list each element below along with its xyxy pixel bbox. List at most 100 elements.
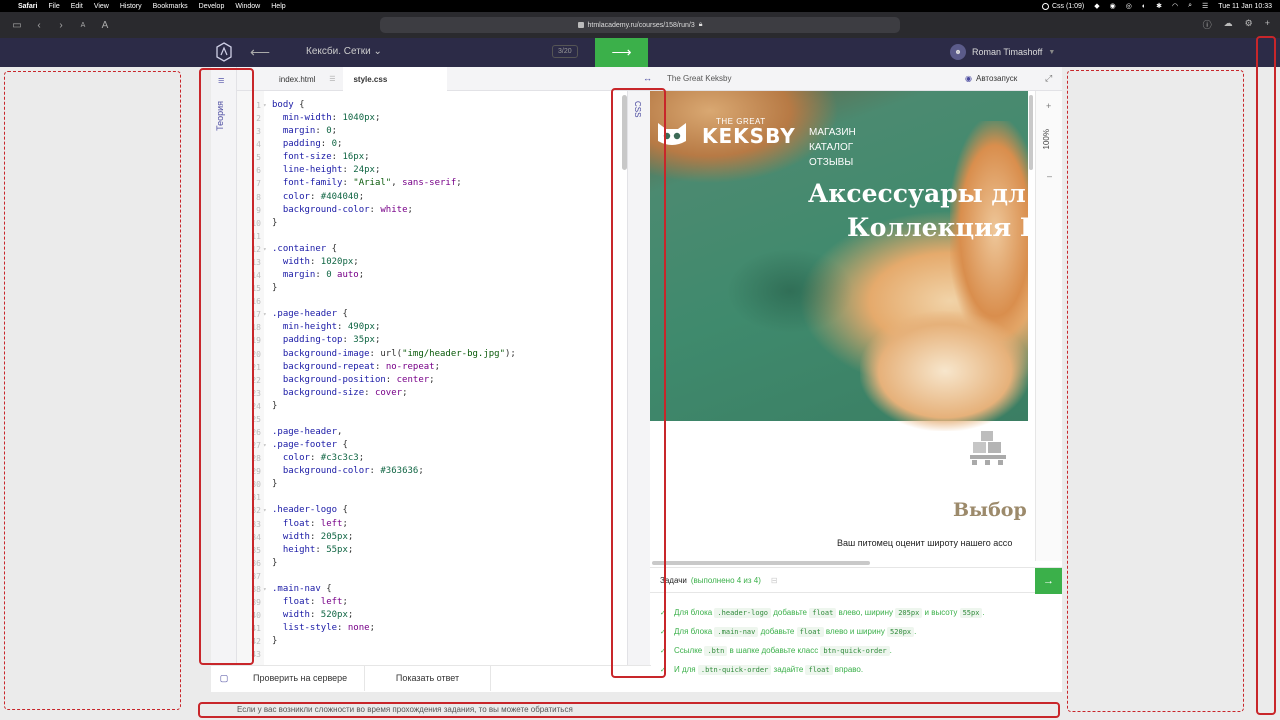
zoom-in-button[interactable]: + [1046, 101, 1051, 111]
tasks-header[interactable]: Задачи (выполнено 4 из 4) ⊟ → [650, 567, 1062, 594]
tasks-divider-icon: ⊟ [770, 575, 778, 585]
menu-app-name[interactable]: Safari [18, 3, 37, 10]
tray-icon-3[interactable]: ◎ [1126, 2, 1132, 10]
back-icon[interactable]: ‹ [32, 18, 46, 32]
code-text: padding-top: 35px; [282, 335, 381, 346]
preview-vertical-scrollbar[interactable] [1029, 95, 1033, 170]
expand-icon[interactable]: ⤢ [1045, 73, 1052, 84]
code-text: height: 55px; [282, 544, 354, 555]
preview-horizontal-scrollbar[interactable] [652, 561, 870, 565]
code-text: background-color: white; [282, 204, 413, 215]
info-icon[interactable]: ⓘ [1203, 18, 1212, 31]
tray-icon-1[interactable]: ◆ [1094, 2, 1099, 10]
zoom-out-button[interactable]: – [1047, 171, 1052, 181]
code-text: width: 520px; [282, 610, 354, 621]
code-text: color: #404040; [282, 191, 365, 202]
code-text: background-repeat: no-repeat; [282, 361, 441, 372]
tray-icon-4[interactable]: ◐ [1142, 3, 1146, 10]
back-arrow-button[interactable]: ⟵ [250, 44, 270, 61]
code-text: background-image: url("img/header-bg.jpg… [282, 348, 516, 359]
menu-help[interactable]: Help [271, 3, 285, 10]
sidebar-toggle-icon[interactable]: ▭ [10, 18, 24, 32]
caret-down-icon: ▼ [1048, 48, 1056, 56]
menu-edit[interactable]: Edit [71, 3, 83, 10]
code-text: font-size: 16px; [282, 152, 370, 163]
user-menu[interactable]: ☻ Roman Timashoff ▼ [950, 44, 1055, 60]
code-text: } [272, 400, 278, 411]
safari-right-controls: ⓘ ☁ ⚙ + [1203, 18, 1270, 31]
menubar-datetime[interactable]: Tue 11 Jan 10:33 [1218, 3, 1272, 10]
page-counter[interactable]: 3/20 [552, 45, 578, 58]
avatar: ☻ [950, 44, 966, 60]
fold-arrow-icon[interactable]: ▾ [263, 504, 267, 517]
code-text: font-family: "Arial", sans-serif; [282, 178, 462, 189]
code-text: .container { [272, 243, 338, 254]
fold-arrow-icon[interactable]: ▾ [263, 439, 267, 452]
tray-icon-2[interactable]: ◉ [1110, 2, 1116, 10]
lock-icon: 🔒︎ [698, 21, 703, 28]
menu-history[interactable]: History [120, 3, 142, 10]
menu-view[interactable]: View [94, 3, 109, 10]
icloud-icon[interactable]: ☁ [1224, 18, 1233, 31]
menu-develop[interactable]: Develop [199, 3, 225, 10]
text-smaller-button[interactable]: A [76, 18, 90, 32]
text-larger-button[interactable]: A [98, 18, 112, 32]
resize-arrows-icon[interactable]: ↔ [643, 73, 652, 83]
code-text: background-color: #363636; [282, 466, 424, 477]
annotation-box-css-rail [611, 88, 666, 678]
autorun-label: Автозапуск [975, 74, 1018, 83]
fold-arrow-icon[interactable]: ▾ [263, 99, 267, 112]
code-text: padding: 0; [282, 139, 343, 150]
menu-window[interactable]: Window [235, 3, 260, 10]
code-text: .page-header, [272, 427, 343, 437]
task-text: Для блока .header-logo добавьте float вл… [674, 608, 985, 618]
code-text: min-height: 490px; [282, 322, 381, 333]
editor-footer: ▢ Проверить на сервере Показать ответ [211, 665, 651, 691]
autorun-toggle[interactable]: ◉ Автозапуск [965, 74, 1017, 83]
htmlacademy-logo-icon[interactable] [216, 42, 232, 62]
wifi-icon[interactable]: ◠ [1172, 2, 1178, 10]
task-code: .btn [704, 646, 728, 656]
next-arrow-icon: ⟶ [611, 44, 632, 60]
show-answer-button[interactable]: Показать ответ [365, 665, 491, 691]
task-text: Ссылке .btn в шапке добавьте класс btn-q… [674, 646, 892, 656]
check-on-server-button[interactable]: Проверить на сервере [237, 665, 365, 691]
tasks-next-button[interactable]: → [1035, 568, 1062, 594]
new-tab-icon[interactable]: + [1265, 18, 1270, 31]
forward-icon[interactable]: › [54, 18, 68, 32]
tab-style-css[interactable]: style.css [343, 67, 448, 91]
site-nav-catalog[interactable]: КАТАЛОГ [809, 140, 856, 155]
code-text: } [272, 283, 278, 294]
course-title-label: Кексби. Сетки [306, 46, 371, 57]
chat-icon[interactable]: ▢ [211, 673, 237, 684]
user-name: Roman Timashoff [972, 47, 1043, 57]
site-nav-shop[interactable]: МАГАЗИН [809, 125, 856, 140]
fold-arrow-icon[interactable]: ▾ [263, 308, 267, 321]
timer-label: Css (1:09) [1051, 2, 1085, 10]
site-favicon-icon [577, 22, 584, 28]
control-center-icon[interactable]: ☰ [1202, 2, 1208, 10]
code-editor[interactable]: 1 ▾ body {2 min-width: 1040px; 3 margin: 0;… [237, 91, 612, 665]
task-code: float [805, 665, 833, 675]
fold-arrow-icon[interactable]: ▾ [263, 583, 267, 596]
bluetooth-icon[interactable]: ✱ [1156, 2, 1162, 10]
preview-title: The Great Keksby [667, 74, 732, 83]
task-code: float [809, 608, 837, 618]
task-item: ✓ Для блока .header-logo добавьте float в… [650, 603, 1062, 622]
zoom-level: 100% [1042, 129, 1051, 150]
task-list: ✓ Для блока .header-logo добавьте float в… [650, 603, 1062, 679]
address-bar[interactable]: htmlacademy.ru/courses/158/run/3 🔒︎ [380, 17, 900, 33]
code-text: .main-nav { [272, 583, 332, 594]
site-nav-reviews[interactable]: ОТЗЫВЫ [809, 155, 856, 170]
arrow-right-icon: → [1043, 575, 1054, 587]
next-step-button[interactable]: ⟶ [595, 38, 648, 67]
timer-status[interactable]: Css (1:09) [1041, 2, 1085, 10]
fold-arrow-icon[interactable]: ▾ [263, 243, 267, 256]
settings-icon[interactable]: ⚙ [1245, 18, 1253, 31]
menu-file[interactable]: File [48, 3, 59, 10]
search-icon[interactable]: ⌕ [1188, 2, 1192, 10]
course-title-dropdown[interactable]: Кексби. Сетки ⌄ [306, 46, 382, 57]
task-code: 205px [895, 608, 923, 618]
annotation-box-left-margin [4, 71, 181, 710]
menu-bookmarks[interactable]: Bookmarks [153, 3, 188, 10]
